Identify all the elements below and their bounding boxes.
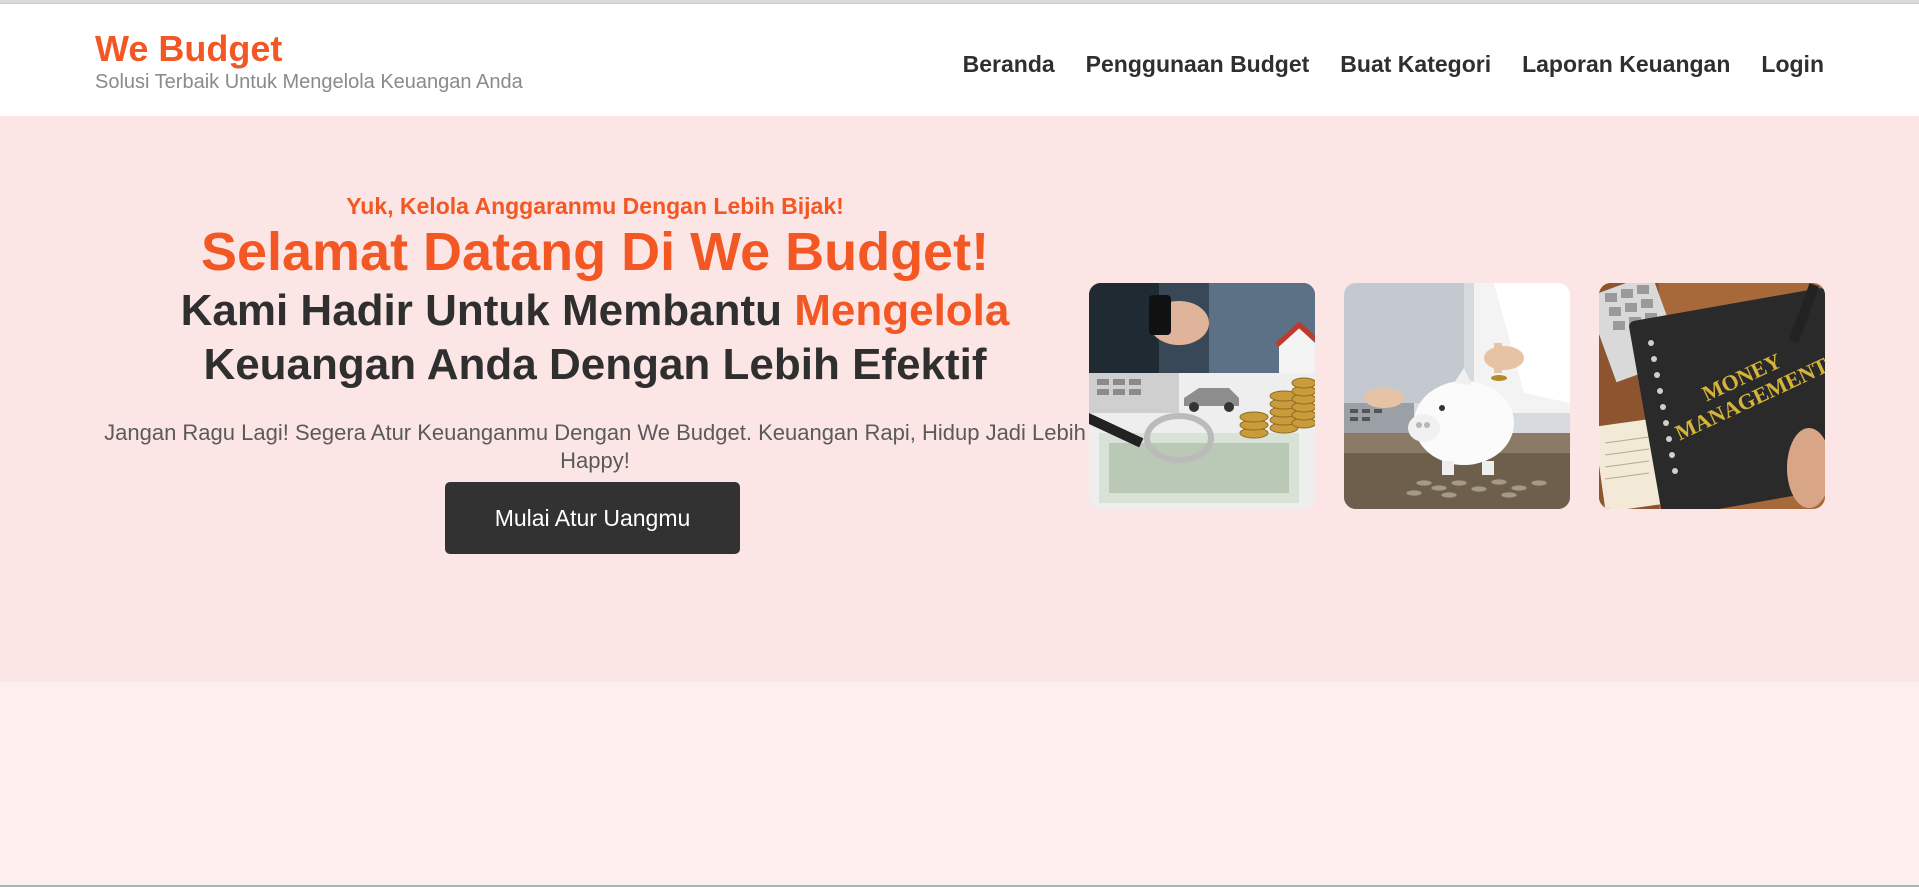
main-nav: Beranda Penggunaan Budget Buat Kategori … (932, 50, 1824, 78)
money-management-notebook-photo: MONEY MANAGEMENT (1599, 283, 1825, 509)
navbar: We Budget Solusi Terbaik Untuk Mengelola… (0, 4, 1919, 116)
piggy-bank-photo (1344, 283, 1570, 509)
money-management-illustration: MONEY MANAGEMENT (1599, 283, 1825, 509)
hero-kicker: Yuk, Kelola Anggaranmu Dengan Lebih Bija… (346, 193, 844, 219)
start-budgeting-button[interactable]: Mulai Atur Uangmu (445, 482, 740, 554)
hero-title: Selamat Datang Di We Budget! (200, 222, 990, 282)
nav-item-penggunaan-budget[interactable]: Penggunaan Budget (1086, 50, 1310, 78)
brand: We Budget Solusi Terbaik Untuk Mengelola… (95, 28, 523, 94)
nav-item-login[interactable]: Login (1761, 50, 1824, 78)
money-coins-photo (1089, 283, 1315, 509)
nav-item-buat-kategori[interactable]: Buat Kategori (1340, 50, 1491, 78)
photo-gallery: MONEY MANAGEMENT (1089, 283, 1825, 509)
hero-section: Yuk, Kelola Anggaranmu Dengan Lebih Bija… (0, 116, 1919, 682)
hero-subtitle-part1: Kami Hadir Untuk Membantu (180, 286, 795, 335)
nav-item-beranda[interactable]: Beranda (963, 50, 1055, 78)
brand-tagline: Solusi Terbaik Untuk Mengelola Keuangan … (95, 71, 523, 93)
money-coins-illustration (1089, 283, 1315, 509)
hero-subtitle-accent: Mengelola (794, 286, 1010, 335)
hero-description: Jangan Ragu Lagi! Segera Atur Keuanganmu… (104, 420, 1086, 473)
hero-subtitle-part2: Keuangan Anda Dengan Lebih Efektif (203, 340, 987, 389)
brand-title[interactable]: We Budget (95, 28, 523, 70)
nav-item-laporan-keuangan[interactable]: Laporan Keuangan (1522, 50, 1730, 78)
hero-subtitle: Kami Hadir Untuk Membantu Mengelola Keua… (95, 284, 1095, 392)
piggy-bank-illustration (1344, 283, 1570, 509)
